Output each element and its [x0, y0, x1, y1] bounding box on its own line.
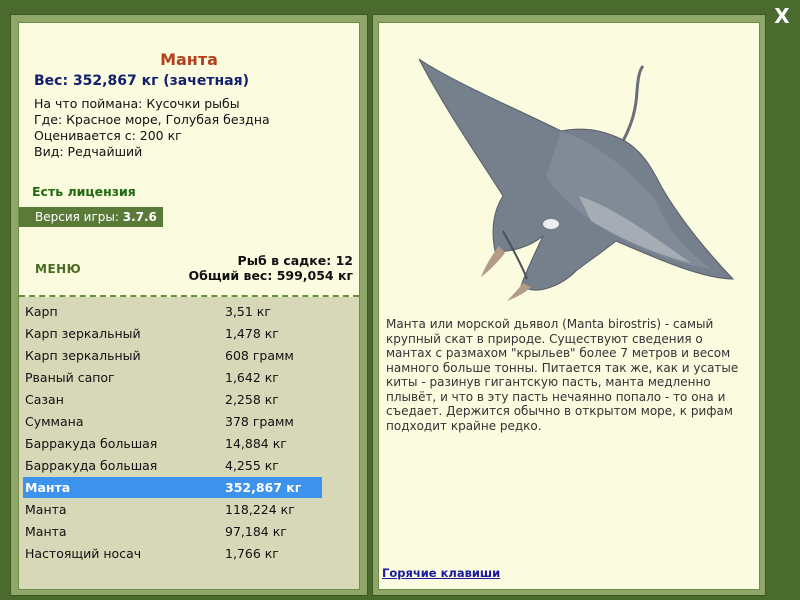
list-item[interactable]: Карп 3,51 кг	[23, 301, 322, 322]
version-label: Версия игры:	[35, 210, 119, 224]
cage-total-weight: Общий вес: 599,054 кг	[188, 268, 354, 283]
version-value: 3.7.6	[122, 210, 157, 224]
catch-name: Сазан	[25, 392, 64, 407]
catch-name: Манта	[25, 502, 67, 517]
menu-button[interactable]: МЕНЮ	[35, 262, 81, 276]
list-item[interactable]: Карп зеркальный 608 грамм	[23, 345, 322, 366]
cage-stats: Рыб в садке: 12 Общий вес: 599,054 кг	[189, 253, 354, 283]
close-button[interactable]: X	[771, 5, 793, 27]
catch-weight: 118,224 кг	[225, 502, 295, 517]
catch-name: Настоящий носач	[25, 546, 142, 561]
catch-weight: 4,255 кг	[225, 458, 279, 473]
kind-info: Вид: Редчайший	[34, 144, 143, 159]
catch-weight: 14,884 кг	[225, 436, 287, 451]
place-info: Где: Красное море, Голубая бездна	[34, 112, 270, 127]
fish-info-panel: Манта Вес: 352,867 кг (зачетная) На что …	[18, 22, 360, 590]
catch-name: Манта	[25, 524, 67, 539]
value-info: Оценивается с: 200 кг	[34, 128, 182, 143]
catch-weight: 2,258 кг	[225, 392, 279, 407]
manta-ray-image	[418, 58, 735, 301]
catch-name: Рваный сапог	[25, 370, 115, 385]
catch-name: Барракуда большая	[25, 436, 158, 451]
catch-weight: 97,184 кг	[225, 524, 287, 539]
catch-name: Барракуда большая	[25, 458, 158, 473]
list-item[interactable]: Сазан 2,258 кг	[23, 389, 322, 410]
catch-weight: 352,867 кг	[225, 480, 302, 495]
bait-info: На что поймана: Кусочки рыбы	[34, 96, 240, 111]
list-item[interactable]: Настоящий носач 1,766 кг	[23, 543, 322, 564]
catch-name: Карп	[25, 304, 58, 319]
cage-count: Рыб в садке: 12	[237, 253, 353, 268]
catch-weight: 1,478 кг	[225, 326, 279, 341]
catch-weight: 1,766 кг	[225, 546, 279, 561]
list-item[interactable]: Рваный сапог 1,642 кг	[23, 367, 322, 388]
license-status: Есть лицензия	[32, 184, 136, 199]
catch-weight: 608 грамм	[225, 348, 294, 363]
list-item[interactable]: Манта 118,224 кг	[23, 499, 322, 520]
list-item[interactable]: Манта 97,184 кг	[23, 521, 322, 542]
fish-weight: Вес: 352,867 кг (зачетная)	[34, 73, 249, 89]
list-item[interactable]: Карп зеркальный 1,478 кг	[23, 323, 322, 344]
catch-weight: 378 грамм	[225, 414, 294, 429]
catch-name: Суммана	[25, 414, 84, 429]
catch-list: Карп 3,51 кг Карп зеркальный 1,478 кг Ка…	[19, 297, 359, 589]
list-item[interactable]: Манта 352,867 кг	[23, 477, 322, 498]
catch-name: Манта	[25, 480, 71, 495]
fish-description: Манта или морской дьявол (Manta birostri…	[386, 317, 739, 433]
list-item[interactable]: Барракуда большая 14,884 кг	[23, 433, 322, 454]
close-icon[interactable]: X	[774, 4, 789, 28]
fish-name: Манта	[160, 50, 218, 69]
fish-detail-panel: Манта или морской дьявол (Manta birostri…	[378, 22, 760, 590]
list-item[interactable]: Барракуда большая 4,255 кг	[23, 455, 322, 476]
catch-weight: 1,642 кг	[225, 370, 279, 385]
hotkeys-link[interactable]: Горячие клавиши	[382, 566, 500, 580]
list-item[interactable]: Суммана 378 грамм	[23, 411, 322, 432]
version-bar: Версия игры: 3.7.6	[19, 207, 163, 227]
catch-name: Карп зеркальный	[25, 348, 141, 363]
catch-name: Карп зеркальный	[25, 326, 141, 341]
catch-weight: 3,51 кг	[225, 304, 271, 319]
